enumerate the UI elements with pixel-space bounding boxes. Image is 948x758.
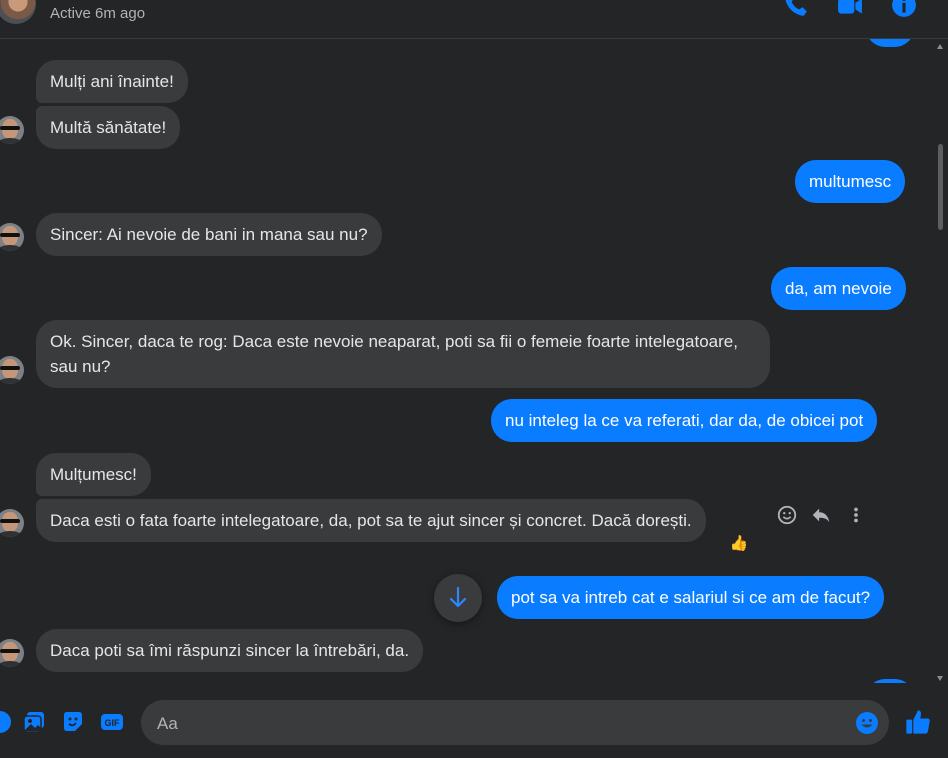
message-input-field[interactable]: [141, 700, 889, 747]
message-bubble-incoming: Mulți ani înainte!: [36, 60, 188, 103]
message-bubble-partial: [866, 39, 914, 47]
contact-avatar[interactable]: [0, 223, 24, 251]
message-bubble-incoming: Daca poti sa îmi răspunzi sincer la într…: [36, 629, 424, 672]
gif-icon[interactable]: GIF: [100, 710, 124, 734]
sticker-icon[interactable]: [61, 710, 85, 734]
info-icon[interactable]: [891, 0, 917, 18]
contact-avatar[interactable]: [0, 356, 24, 384]
contact-avatar[interactable]: [0, 0, 36, 24]
emoji-icon[interactable]: [855, 711, 879, 735]
react-icon[interactable]: [776, 504, 798, 526]
message-bubble-outgoing: da, am nevoie: [771, 267, 906, 310]
message-input[interactable]: [155, 700, 849, 747]
contact-avatar[interactable]: [0, 116, 24, 144]
scrollbar[interactable]: [936, 44, 944, 684]
video-call-icon[interactable]: [837, 0, 863, 18]
svg-text:GIF: GIF: [105, 718, 121, 728]
active-status: Active 6m ago: [50, 5, 146, 22]
contact-avatar[interactable]: [0, 509, 24, 537]
scroll-to-bottom-button[interactable]: [434, 574, 482, 622]
message-bubble-incoming: Sincer: Ai nevoie de bani in mana sau nu…: [36, 213, 382, 256]
phone-icon[interactable]: [783, 0, 809, 18]
message-bubble-incoming: Mulțumesc!: [36, 453, 151, 496]
contact-avatar[interactable]: [0, 639, 24, 667]
message-bubble-partial: [866, 679, 914, 683]
message-composer: GIF: [0, 684, 948, 758]
plus-icon[interactable]: [0, 710, 12, 734]
message-bubble-outgoing: multumesc: [795, 160, 906, 203]
chat-header: Active 6m ago: [0, 0, 948, 39]
arrow-down-icon: [449, 586, 467, 608]
message-bubble-outgoing: pot sa va intreb cat e salariul si ce am…: [497, 576, 885, 619]
photo-icon[interactable]: [22, 710, 46, 734]
scrollbar-thumb[interactable]: [938, 144, 943, 230]
message-actions: [772, 502, 872, 532]
reply-icon[interactable]: [810, 504, 832, 526]
scroll-down-arrow[interactable]: [937, 676, 943, 681]
message-bubble-incoming: Multă sănătate!: [36, 106, 181, 149]
message-bubble-incoming: Ok. Sincer, daca te rog: Daca este nevoi…: [36, 320, 770, 388]
message-bubble-outgoing: nu inteleg la ce va referati, dar da, de…: [491, 399, 878, 442]
scroll-up-arrow[interactable]: [937, 44, 943, 49]
message-bubble-incoming: Daca esti o fata foarte intelegatoare, d…: [36, 499, 706, 542]
more-icon[interactable]: [848, 504, 864, 526]
reaction-badge[interactable]: 👍: [727, 534, 751, 554]
like-icon[interactable]: [904, 708, 932, 736]
